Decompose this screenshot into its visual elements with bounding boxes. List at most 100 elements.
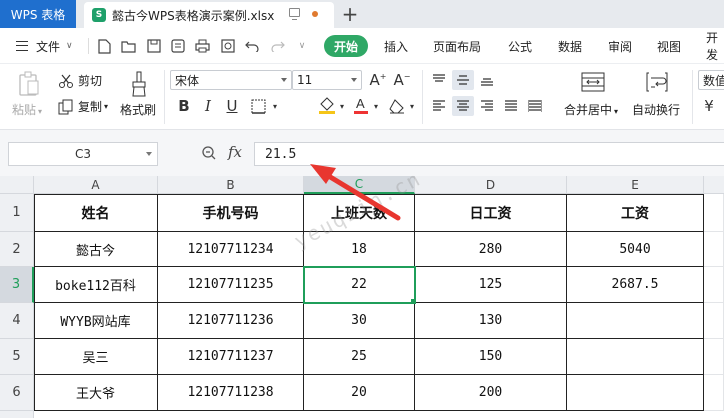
new-doc-icon[interactable]	[96, 38, 112, 54]
app-tab[interactable]: WPS 表格	[0, 0, 76, 28]
cell-d6[interactable]: 200	[415, 375, 567, 411]
fill-handle[interactable]	[411, 299, 416, 304]
row-header-4[interactable]: 4	[0, 303, 34, 339]
customize-chevron-icon[interactable]: ∨	[294, 38, 310, 54]
column-header-b[interactable]: B	[158, 176, 304, 194]
format-painter-brush-icon[interactable]	[126, 70, 152, 98]
cell-e4[interactable]	[567, 303, 704, 339]
redo-icon[interactable]	[270, 38, 286, 54]
cell-a2[interactable]: 懿古今	[34, 232, 158, 267]
wrap-text-button[interactable]: 自动换行	[632, 101, 680, 118]
italic-icon[interactable]: I	[198, 96, 218, 116]
cell-d2[interactable]: 280	[415, 232, 567, 267]
cell-a4[interactable]: WYYB网站库	[34, 303, 158, 339]
cell-f5[interactable]	[704, 339, 724, 375]
menu-data[interactable]: 数据	[558, 28, 582, 64]
cell-f2[interactable]	[704, 232, 724, 267]
cell-c2[interactable]: 18	[304, 232, 415, 267]
cell-e2[interactable]: 5040	[567, 232, 704, 267]
align-bottom-icon[interactable]	[476, 70, 498, 90]
cell-e6[interactable]	[567, 375, 704, 411]
border-icon[interactable]	[248, 96, 268, 116]
border-caret-icon[interactable]: ▾	[270, 96, 280, 116]
align-middle-icon[interactable]	[452, 70, 474, 90]
align-top-icon[interactable]	[428, 70, 450, 90]
cell-f3[interactable]	[704, 267, 724, 303]
column-header-a[interactable]: A	[34, 176, 158, 194]
formula-input[interactable]: 21.5	[254, 142, 724, 166]
row-header-2[interactable]: 2	[0, 232, 34, 267]
fill-color-bucket-icon[interactable]	[316, 94, 338, 116]
menu-home[interactable]: 开始	[324, 35, 369, 57]
cell-a1[interactable]: 姓名	[34, 194, 158, 232]
export-pdf-icon[interactable]	[170, 38, 186, 54]
column-header-f[interactable]	[704, 176, 724, 194]
menu-file[interactable]: 文件 ∨	[36, 28, 73, 64]
print-icon[interactable]	[194, 38, 210, 54]
cell-a3[interactable]: boke112百科	[34, 267, 158, 303]
name-box[interactable]: C3	[8, 142, 158, 166]
select-all-corner[interactable]	[0, 176, 34, 194]
cell-c5[interactable]: 25	[304, 339, 415, 375]
menu-review[interactable]: 审阅	[608, 28, 632, 64]
cell-e5[interactable]	[567, 339, 704, 375]
row-header-7[interactable]	[0, 411, 34, 418]
cell-b4[interactable]: 12107711236	[158, 303, 304, 339]
paste-button[interactable]: 粘贴 ▾	[12, 101, 42, 118]
row-header-1[interactable]: 1	[0, 194, 34, 232]
merge-center-icon[interactable]	[578, 70, 608, 94]
clear-format-caret-icon[interactable]: ▾	[407, 96, 417, 116]
cell-f1[interactable]	[704, 194, 724, 232]
increase-font-icon[interactable]: A +	[368, 70, 388, 90]
justify-icon[interactable]	[500, 96, 522, 116]
cell-b2[interactable]: 12107711234	[158, 232, 304, 267]
open-folder-icon[interactable]	[120, 38, 136, 54]
new-tab-plus-icon[interactable]: +	[340, 2, 360, 26]
copy-button[interactable]: 复制 ▾	[58, 98, 108, 115]
column-header-d[interactable]: D	[415, 176, 567, 194]
column-header-c[interactable]: C	[304, 176, 415, 194]
cell-d1[interactable]: 日工资	[415, 194, 567, 232]
row-header-5[interactable]: 5	[0, 339, 34, 375]
fill-color-caret-icon[interactable]: ▾	[337, 96, 347, 116]
cell-e3[interactable]: 2687.5	[567, 267, 704, 303]
row-header-6[interactable]: 6	[0, 375, 34, 411]
wrap-text-icon[interactable]	[644, 70, 670, 94]
menu-view[interactable]: 视图	[657, 28, 681, 64]
row-header-3[interactable]: 3	[0, 267, 34, 303]
cell-c1[interactable]: 上班天数	[304, 194, 415, 232]
font-color-icon[interactable]: A	[350, 94, 372, 116]
cell-d5[interactable]: 150	[415, 339, 567, 375]
number-format-select[interactable]: 数值	[698, 70, 724, 90]
window-monitor-icon[interactable]	[289, 8, 300, 20]
save-icon[interactable]	[146, 38, 162, 54]
cell-f4[interactable]	[704, 303, 724, 339]
undo-icon[interactable]	[244, 38, 260, 54]
menu-formulas[interactable]: 公式	[508, 28, 532, 64]
paste-clipboard-icon[interactable]	[16, 70, 42, 98]
cell-b6[interactable]: 12107711238	[158, 375, 304, 411]
cell-c4[interactable]: 30	[304, 303, 415, 339]
font-color-caret-icon[interactable]: ▾	[371, 96, 381, 116]
cell-b3[interactable]: 12107711235	[158, 267, 304, 303]
menu-page-layout[interactable]: 页面布局	[433, 28, 481, 64]
fx-function-icon[interactable]: fx	[228, 143, 242, 161]
cell-d3[interactable]: 125	[415, 267, 567, 303]
currency-yen-icon[interactable]: ¥	[700, 96, 718, 116]
align-left-icon[interactable]	[428, 96, 450, 116]
cell-c3[interactable]: 22	[304, 267, 415, 303]
cell-c6[interactable]: 20	[304, 375, 415, 411]
merge-center-button[interactable]: 合并居中 ▾	[564, 101, 618, 118]
align-right-icon[interactable]	[476, 96, 498, 116]
distributed-align-icon[interactable]	[524, 96, 546, 116]
decrease-font-icon[interactable]: A −	[392, 70, 412, 90]
clear-format-eraser-icon[interactable]	[386, 96, 408, 116]
hamburger-menu-icon[interactable]	[16, 41, 28, 51]
menu-developer[interactable]: 开发	[706, 28, 724, 64]
column-header-e[interactable]: E	[567, 176, 704, 194]
underline-icon[interactable]: U	[222, 96, 242, 116]
cut-button[interactable]: 剪切	[58, 72, 102, 89]
align-center-icon[interactable]	[452, 96, 474, 116]
cell-b1[interactable]: 手机号码	[158, 194, 304, 232]
cell-f6[interactable]	[704, 375, 724, 411]
